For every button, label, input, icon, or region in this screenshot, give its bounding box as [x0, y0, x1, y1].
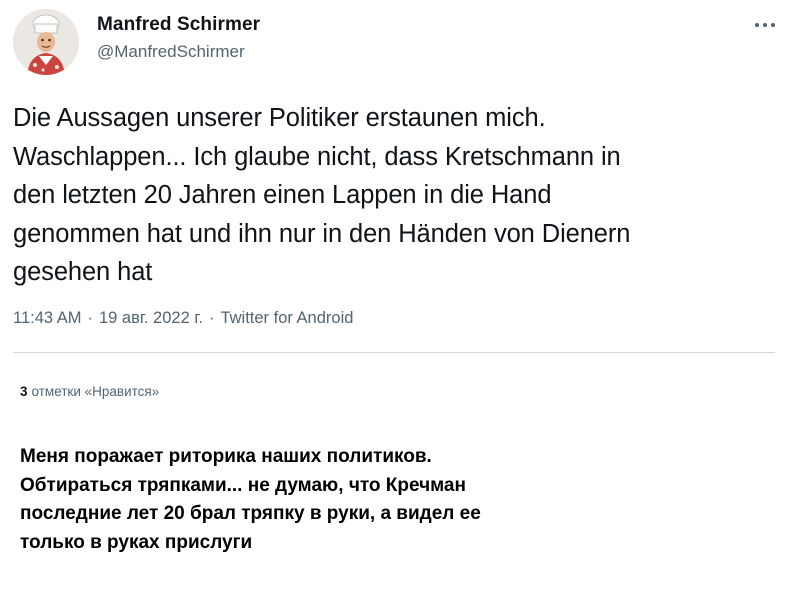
meta-separator: · — [87, 309, 94, 327]
author-name[interactable]: Manfred Schirmer — [97, 14, 260, 36]
tweet-time[interactable]: 11:43 AM — [13, 309, 82, 327]
tweet-text-line: den letzten 20 Jahren einen Lappen in di… — [13, 181, 552, 209]
tweet-text-line: Die Aussagen unserer Politiker erstaunen… — [13, 104, 546, 132]
tweet-card: Manfred Schirmer @ManfredSchirmer Die Au… — [0, 0, 800, 595]
tweet-text-line: genommen hat und ihn nur in den Händen v… — [13, 219, 631, 248]
ellipsis-icon[interactable] — [752, 12, 778, 38]
translation-text: Меня поражает риторика наших политиков. … — [20, 443, 720, 557]
avatar[interactable] — [13, 9, 79, 75]
tweet-text: Die Aussagen unserer Politiker erstaunen… — [13, 99, 788, 292]
tweet-meta: 11:43 AM · 19 авг. 2022 г. · Twitter for And… — [13, 309, 353, 328]
likes-stat[interactable]: 3 отметки «Нравится» — [20, 384, 159, 399]
tweet-text-line: Waschlappen... Ich glaube nicht, dass Kr… — [13, 142, 621, 171]
meta-separator: · — [208, 309, 215, 327]
tweet-text-line: gesehen hat — [13, 258, 153, 286]
tweet-source[interactable]: Twitter for Android — [220, 309, 353, 327]
likes-count: 3 — [20, 384, 28, 399]
translation-line: только в руках прислуги — [20, 531, 253, 553]
likes-label: отметки «Нравится» — [31, 384, 160, 399]
translation-line: Меня поражает риторика наших политиков. — [20, 446, 432, 467]
cartoon-chef-portrait-icon — [13, 9, 79, 75]
divider — [13, 352, 775, 353]
tweet-date[interactable]: 19 авг. 2022 г. — [99, 309, 203, 327]
translation-line: последние лет 20 брал тряпку в руки, а в… — [20, 503, 481, 524]
author-handle[interactable]: @ManfredSchirmer — [97, 42, 245, 62]
translation-line: Обтираться тряпками... не думаю, что Кре… — [20, 474, 466, 496]
